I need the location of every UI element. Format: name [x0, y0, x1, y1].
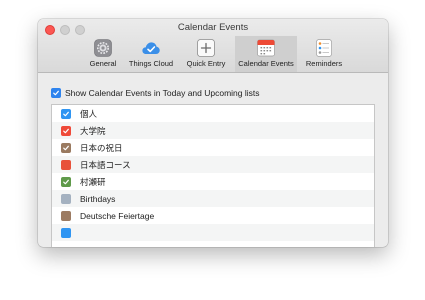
calendar-name: 個人 [80, 108, 98, 119]
calendar-checkbox[interactable] [61, 176, 71, 187]
tab-things-cloud[interactable]: Things Cloud [126, 36, 176, 72]
show-events-checkbox[interactable] [51, 88, 61, 98]
calendar-checkbox[interactable] [61, 210, 71, 221]
calendar-row[interactable]: 村瀬研 [52, 173, 374, 190]
window-title: Calendar Events [177, 22, 249, 33]
tab-general[interactable]: General [80, 36, 126, 72]
calendar-events-pane: Show Calendar Events in Today and Upcomi… [38, 73, 388, 247]
tab-calendar-events[interactable]: Calendar Events [235, 36, 297, 72]
calendar-row[interactable]: 日本の祝日 [52, 139, 374, 156]
cloud-check-icon [141, 38, 161, 58]
calendar-checkbox[interactable] [61, 227, 71, 238]
tab-quick-entry[interactable]: Quick Entry [181, 36, 231, 72]
gear-icon [93, 38, 113, 58]
calendar-row[interactable]: 日本語コース [52, 156, 374, 173]
show-events-option[interactable]: Show Calendar Events in Today and Upcomi… [51, 87, 260, 99]
calendar-row[interactable] [52, 224, 374, 241]
calendar-row[interactable]: 大学院 [52, 122, 374, 139]
tab-quick-entry-label: Quick Entry [186, 59, 226, 68]
calendar-row[interactable]: Birthdays [52, 190, 374, 207]
preferences-window: Calendar Events General Things Cloud Qui… [38, 19, 388, 247]
calendar-name: 村瀬研 [80, 176, 106, 187]
tab-calendar-events-label: Calendar Events [238, 59, 294, 68]
calendar-row[interactable]: Deutsche Feiertage [52, 207, 374, 224]
show-events-label: Show Calendar Events in Today and Upcomi… [65, 88, 260, 98]
calendar-list[interactable]: 個人大学院日本の祝日日本語コース 村瀬研 Birthdays Deutsche Fei… [51, 104, 375, 247]
calendar-checkbox[interactable] [61, 125, 71, 136]
tab-reminders[interactable]: Reminders [300, 36, 348, 72]
plus-square-icon [196, 38, 216, 58]
calendar-checkbox[interactable] [61, 142, 71, 153]
tab-things-cloud-label: Things Cloud [128, 59, 174, 68]
calendar-name: Birthdays [80, 193, 116, 204]
calendar-checkbox[interactable] [61, 159, 71, 170]
calendar-row[interactable]: 個人 [52, 105, 374, 122]
tab-reminders-label: Reminders [305, 59, 343, 68]
calendar-name: 日本語コース [80, 159, 131, 170]
calendar-icon [256, 38, 276, 58]
calendar-name: Deutsche Feiertage [80, 210, 155, 221]
calendar-checkbox[interactable] [61, 193, 71, 204]
checklist-icon [314, 38, 334, 58]
calendar-name: 日本の祝日 [80, 142, 123, 153]
calendar-name: 大学院 [80, 125, 106, 136]
calendar-checkbox[interactable] [61, 108, 71, 119]
tab-general-label: General [89, 59, 117, 68]
toolbar: Calendar Events General Things Cloud Qui… [38, 19, 388, 73]
